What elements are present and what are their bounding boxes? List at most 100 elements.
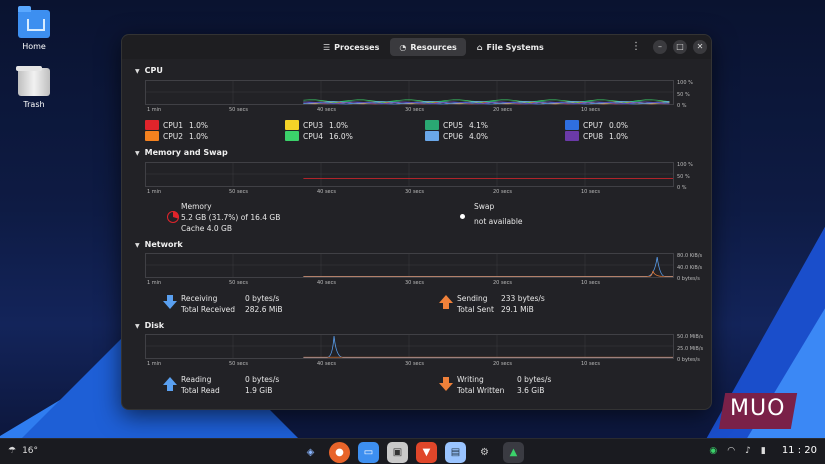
clock[interactable]: 11 : 20 bbox=[782, 445, 817, 456]
x-tick-label: 10 secs bbox=[581, 189, 600, 195]
settings-icon[interactable]: ⚙ bbox=[474, 442, 495, 463]
text-editor-icon[interactable]: ▤ bbox=[445, 442, 466, 463]
cpu-legend-item[interactable]: CPU8 1.0% bbox=[565, 131, 628, 141]
weather-widget[interactable]: ☂ 16° bbox=[8, 446, 38, 456]
battery-icon[interactable]: ▮ bbox=[761, 446, 766, 456]
cpu-name: CPU7 bbox=[583, 120, 604, 130]
desktop-icon-trash[interactable]: Trash bbox=[4, 66, 64, 109]
y-tick-label: 80.0 KiB/s bbox=[677, 253, 703, 259]
cpu-name: CPU5 bbox=[443, 120, 464, 130]
disk-section-header[interactable]: ▼ Disk bbox=[135, 321, 164, 330]
cpu-color-swatch[interactable] bbox=[145, 120, 159, 130]
x-tick-label: 30 secs bbox=[405, 107, 424, 113]
dock: ◈ ● ▭ ▣ ▼ ▤ ⚙ ▲ bbox=[300, 442, 524, 463]
minimize-button[interactable]: – bbox=[653, 40, 667, 54]
tab-label: Processes bbox=[334, 42, 380, 52]
memory-cache: Cache 4.0 GB bbox=[181, 224, 232, 233]
tab-resources[interactable]: ◔ Resources bbox=[390, 38, 466, 56]
wifi-icon[interactable]: ◠ bbox=[727, 446, 735, 456]
tab-file-systems[interactable]: ⌂ File Systems bbox=[468, 38, 553, 56]
cpu-legend-item[interactable]: CPU2 1.0% bbox=[145, 131, 208, 141]
brave-icon[interactable]: ▼ bbox=[416, 442, 437, 463]
watermark-text: MUO bbox=[730, 396, 786, 421]
volume-icon[interactable]: ♪ bbox=[745, 446, 751, 456]
app-launcher-icon[interactable]: ◈ bbox=[300, 442, 321, 463]
x-tick-label: 40 secs bbox=[317, 107, 336, 113]
x-tick-label: 20 secs bbox=[493, 361, 512, 367]
cpu-name: CPU8 bbox=[583, 131, 604, 141]
close-button[interactable]: ✕ bbox=[693, 40, 707, 54]
receive-series-line bbox=[303, 256, 673, 277]
cpu-color-swatch[interactable] bbox=[565, 131, 579, 141]
x-tick-label: 50 secs bbox=[229, 361, 248, 367]
x-tick-label: 40 secs bbox=[317, 361, 336, 367]
cpu-legend-item[interactable]: CPU7 0.0% bbox=[565, 120, 628, 130]
window-controls: ⋮ – □ ✕ bbox=[629, 40, 707, 54]
menu-button[interactable]: ⋮ bbox=[629, 40, 643, 54]
y-tick-label: 100 % bbox=[677, 80, 693, 86]
swap-stats: Swap not available bbox=[474, 201, 523, 227]
section-title: Disk bbox=[144, 321, 165, 330]
cpu-legend-item[interactable]: CPU1 1.0% bbox=[145, 120, 208, 130]
memory-label: Memory bbox=[181, 202, 212, 211]
cpu-value: 1.0% bbox=[189, 120, 209, 130]
y-tick-label: 0 bytes/s bbox=[677, 357, 700, 363]
network-receive-stats: Receiving 0 bytes/s Total Received 282.6 M… bbox=[181, 293, 283, 315]
desktop-icon-home[interactable]: Home bbox=[4, 6, 64, 51]
cpu-value: 1.0% bbox=[609, 131, 629, 141]
terminal-icon[interactable]: ▣ bbox=[387, 442, 408, 463]
cpu-legend-item[interactable]: CPU4 16.0% bbox=[285, 131, 353, 141]
home-folder-icon bbox=[18, 6, 50, 38]
y-tick-label: 50 % bbox=[677, 92, 690, 98]
cpu-graph: 1 min 50 secs 40 secs 30 secs 20 secs 10 secs… bbox=[145, 80, 693, 116]
reading-value: 0 bytes/s bbox=[245, 375, 280, 384]
x-tick-label: 50 secs bbox=[229, 280, 248, 286]
total-written-value: 3.6 GiB bbox=[517, 386, 545, 395]
disk-write-stats: Writing 0 bytes/s Total Written 3.6 GiB bbox=[457, 374, 551, 396]
cpu-color-swatch[interactable] bbox=[145, 131, 159, 141]
x-tick-label: 30 secs bbox=[405, 280, 424, 286]
cpu-color-swatch[interactable] bbox=[425, 131, 439, 141]
x-tick-label: 30 secs bbox=[405, 361, 424, 367]
tab-label: Resources bbox=[410, 42, 457, 52]
section-title: Memory and Swap bbox=[144, 148, 228, 157]
x-tick-label: 1 min bbox=[147, 280, 161, 286]
maximize-button[interactable]: □ bbox=[673, 40, 687, 54]
cpu-legend-item[interactable]: CPU5 4.1% bbox=[425, 120, 488, 130]
x-tick-label: 20 secs bbox=[493, 107, 512, 113]
cpu-color-swatch[interactable] bbox=[565, 120, 579, 130]
system-tray: ◉ ◠ ♪ ▮ 11 : 20 bbox=[709, 445, 817, 456]
graph-frame bbox=[145, 253, 674, 278]
files-icon[interactable]: ▭ bbox=[358, 442, 379, 463]
network-section-header[interactable]: ▼ Network bbox=[135, 240, 183, 249]
cpu-color-swatch[interactable] bbox=[425, 120, 439, 130]
memory-graph: 1 min 50 secs 40 secs 30 secs 20 secs 10 secs… bbox=[145, 162, 693, 198]
total-written-label: Total Written bbox=[457, 386, 505, 395]
system-monitor-icon[interactable]: ▲ bbox=[503, 442, 524, 463]
list-icon: ☰ bbox=[323, 42, 331, 52]
x-tick-label: 50 secs bbox=[229, 107, 248, 113]
cpu-name: CPU1 bbox=[163, 120, 184, 130]
cpu-color-swatch[interactable] bbox=[285, 131, 299, 141]
cpu-value: 4.0% bbox=[469, 131, 489, 141]
cpu-graph-svg: 1 min 50 secs 40 secs 30 secs 20 secs 10 secs… bbox=[145, 80, 693, 113]
view-tabs: ☰ Processes ◔ Resources ⌂ File Systems bbox=[314, 38, 553, 56]
taskbar: ☂ 16° ◈ ● ▭ ▣ ▼ ▤ ⚙ ▲ ◉ ◠ ♪ ▮ 11 : 20 bbox=[0, 438, 825, 464]
cpu-section-header[interactable]: ▼ CPU bbox=[135, 66, 163, 75]
temperature: 16° bbox=[22, 446, 39, 456]
status-icon[interactable]: ◉ bbox=[709, 446, 717, 456]
total-received-label: Total Received bbox=[181, 305, 236, 314]
upload-arrow-icon bbox=[439, 294, 453, 313]
cpu-legend: CPU1 1.0% CPU2 1.0% CPU3 1.0% CPU4 16.0% CPU5 4.1… bbox=[145, 120, 705, 144]
firefox-icon[interactable]: ● bbox=[329, 442, 350, 463]
y-tick-label: 0 bytes/s bbox=[677, 276, 700, 282]
cpu-legend-item[interactable]: CPU3 1.0% bbox=[285, 120, 348, 130]
read-series-line bbox=[303, 335, 673, 358]
tab-processes[interactable]: ☰ Processes bbox=[314, 38, 388, 56]
send-series-line bbox=[303, 270, 673, 277]
disk-graph-svg: 1 min 50 secs 40 secs 30 secs 20 secs 10 secs… bbox=[145, 334, 704, 367]
memory-section-header[interactable]: ▼ Memory and Swap bbox=[135, 148, 228, 157]
titlebar: ☰ Processes ◔ Resources ⌂ File Systems ⋮… bbox=[122, 35, 711, 59]
cpu-color-swatch[interactable] bbox=[285, 120, 299, 130]
cpu-legend-item[interactable]: CPU6 4.0% bbox=[425, 131, 488, 141]
